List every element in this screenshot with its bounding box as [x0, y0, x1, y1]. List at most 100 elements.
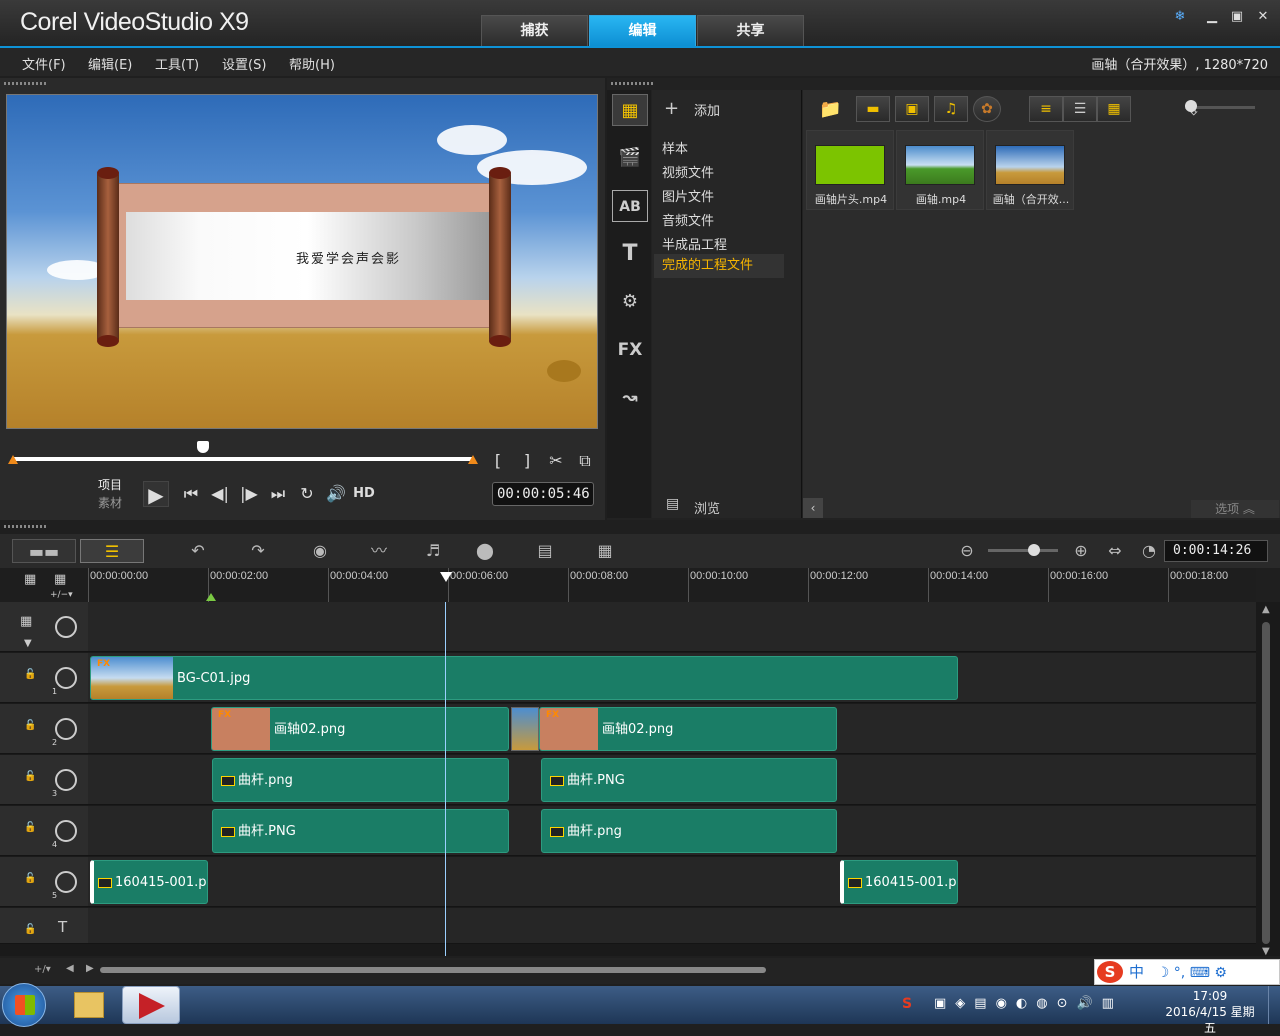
overlay-track-4[interactable]: 曲杆.PNG 曲杆.png: [88, 806, 1256, 856]
lock-icon[interactable]: 🔓: [24, 924, 36, 935]
vertical-scrollbar[interactable]: [1262, 622, 1270, 944]
repeat-icon[interactable]: ↻: [294, 481, 320, 507]
panel-grip[interactable]: [4, 82, 48, 85]
clip-bg[interactable]: FX BG-C01.jpg: [90, 656, 958, 700]
menu-edit[interactable]: 编辑(E): [88, 54, 132, 73]
settings-icon[interactable]: ❄: [1171, 8, 1189, 26]
hd-toggle[interactable]: HD: [351, 481, 377, 507]
minimize-icon[interactable]: ▁: [1203, 8, 1221, 26]
show-audio-icon[interactable]: ♫: [934, 96, 968, 122]
close-icon[interactable]: ✕: [1254, 8, 1272, 26]
title-track-icon[interactable]: T: [58, 918, 67, 936]
add-remove-icon[interactable]: +/−▾: [50, 590, 73, 600]
scroll-up-icon[interactable]: ▲: [1262, 604, 1270, 615]
track-film-icon[interactable]: [55, 871, 77, 893]
playhead-line[interactable]: [445, 602, 446, 956]
tray-icons[interactable]: ▣◈▤◉◐◍⊙🔊▥: [934, 996, 1123, 1011]
media-icon[interactable]: ▦: [612, 94, 648, 126]
enlarge-icon[interactable]: ⧉: [572, 448, 598, 474]
subtitle-editor-icon[interactable]: ▤: [530, 539, 560, 563]
track-film-icon[interactable]: [55, 616, 77, 638]
title-icon[interactable]: T: [612, 238, 648, 270]
clip-image[interactable]: 160415-001.png: [90, 860, 208, 904]
timecode-display[interactable]: 00:00:05:46: [492, 482, 594, 506]
add-icon[interactable]: +: [664, 98, 679, 119]
filter-icon[interactable]: FX: [612, 334, 648, 366]
show-desktop-button[interactable]: [1268, 986, 1280, 1024]
lock-icon[interactable]: 🔓: [24, 771, 36, 782]
ime-language[interactable]: 中: [1129, 963, 1144, 981]
maximize-icon[interactable]: ▣: [1228, 8, 1246, 26]
graphic-icon[interactable]: ⚙: [612, 286, 648, 318]
undo-icon[interactable]: ↶: [183, 539, 213, 563]
lock-icon[interactable]: 🔓: [24, 873, 36, 884]
overlay-track-2[interactable]: FX 画轴02.png FX 画轴02.png: [88, 704, 1256, 754]
overlay-track-3[interactable]: 曲杆.png 曲杆.PNG: [88, 755, 1256, 805]
thumbnail-finished[interactable]: 画轴（合开效...: [986, 130, 1074, 210]
timeline-view-icon[interactable]: ☰: [80, 539, 144, 563]
redo-icon[interactable]: ↷: [243, 539, 273, 563]
track-manager-icon[interactable]: ▦: [24, 572, 36, 587]
track-film-icon[interactable]: [55, 820, 77, 842]
playhead-handle[interactable]: [440, 572, 452, 582]
folder-video[interactable]: 视频文件: [662, 162, 714, 181]
zoom-slider[interactable]: [988, 549, 1058, 552]
mark-out-marker[interactable]: [468, 455, 478, 464]
tab-edit[interactable]: 编辑: [589, 15, 696, 46]
mark-in-icon[interactable]: [: [485, 448, 511, 474]
folder-finished-project[interactable]: 完成的工程文件: [654, 254, 784, 278]
thumbnail-view-icon[interactable]: ▦: [1097, 96, 1131, 122]
details-view-icon[interactable]: ☰: [1063, 96, 1097, 122]
fit-project-icon[interactable]: ⇔: [1100, 539, 1130, 563]
show-project-icon[interactable]: ✿: [973, 96, 1001, 122]
transition-block[interactable]: [511, 707, 539, 751]
mark-in-marker[interactable]: [8, 455, 18, 464]
scroll-right-icon[interactable]: ▶: [86, 963, 94, 974]
preview-window[interactable]: 我爱学会声会影: [6, 94, 598, 429]
browse-label[interactable]: 浏览: [694, 498, 720, 517]
panel-grip[interactable]: [611, 82, 655, 85]
mode-clip[interactable]: 素材: [98, 494, 122, 512]
show-video-icon[interactable]: ▬: [856, 96, 890, 122]
taskbar-explorer[interactable]: [60, 988, 116, 1022]
thumbnail-scroll[interactable]: 画轴.mp4: [896, 130, 984, 210]
sogou-icon[interactable]: S: [1097, 961, 1123, 983]
marker-icon[interactable]: [206, 593, 216, 601]
browse-icon[interactable]: ▤: [666, 496, 679, 512]
ime-tools-icon[interactable]: ☽ °, ⌨ ⚙: [1157, 965, 1227, 981]
folder-image[interactable]: 图片文件: [662, 186, 714, 205]
chapter-icon[interactable]: ▦: [54, 572, 66, 587]
options-button[interactable]: 选项 ︽: [1191, 500, 1279, 518]
previous-frame-icon[interactable]: ◀|: [207, 481, 233, 507]
path-icon[interactable]: ↝: [612, 382, 648, 414]
zoom-out-icon[interactable]: ⊖: [952, 539, 982, 563]
lock-icon[interactable]: 🔓: [24, 720, 36, 731]
end-icon[interactable]: ⏭: [265, 481, 291, 507]
title-track[interactable]: [88, 908, 1256, 944]
add-folder-label[interactable]: 添加: [694, 100, 720, 119]
sound-mixer-icon[interactable]: 〰: [364, 539, 394, 563]
overlay-track-5[interactable]: 160415-001.png 160415-001.png: [88, 857, 1256, 907]
track-film-icon[interactable]: [55, 667, 77, 689]
clip-image[interactable]: 160415-001.png: [840, 860, 958, 904]
taskbar-videostudio[interactable]: [122, 986, 180, 1024]
volume-icon[interactable]: 🔊: [323, 481, 349, 507]
collapse-icon[interactable]: ‹: [803, 498, 823, 518]
zoom-in-icon[interactable]: ⊕: [1066, 539, 1096, 563]
clip-rod[interactable]: 曲杆.PNG: [541, 758, 837, 802]
lock-icon[interactable]: 🔓: [24, 669, 36, 680]
expand-icon[interactable]: ▼: [24, 638, 32, 649]
track-film-icon[interactable]: [55, 718, 77, 740]
tab-capture[interactable]: 捕获: [481, 15, 588, 46]
show-photo-icon[interactable]: ▣: [895, 96, 929, 122]
cut-icon[interactable]: ✂: [543, 448, 569, 474]
folder-audio[interactable]: 音频文件: [662, 210, 714, 229]
mode-project[interactable]: 项目: [98, 476, 122, 494]
storyboard-view-icon[interactable]: ▬▬: [12, 539, 76, 563]
mark-out-icon[interactable]: ]: [514, 448, 540, 474]
menu-settings[interactable]: 设置(S): [222, 54, 266, 73]
motion-tracking-icon[interactable]: ⬤: [470, 539, 500, 563]
video-track[interactable]: [88, 602, 1256, 652]
scroll-left-icon[interactable]: ◀: [66, 963, 74, 974]
auto-music-icon[interactable]: ♬: [418, 539, 448, 563]
